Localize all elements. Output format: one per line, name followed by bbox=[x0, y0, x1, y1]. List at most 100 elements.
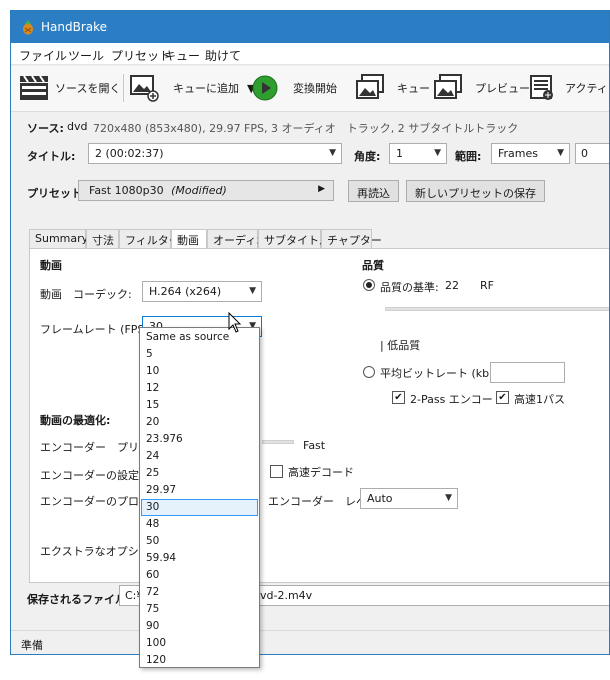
framerate-option[interactable]: 75 bbox=[141, 601, 258, 618]
encoder-preset-slider[interactable] bbox=[262, 440, 294, 444]
destination-path-end: vd-2.m4v bbox=[260, 589, 313, 602]
tab-filters[interactable]: フィルター bbox=[119, 229, 180, 248]
preset-label: プリセット bbox=[27, 187, 82, 200]
encoder-tune-label: エンコーダーの設定: bbox=[40, 469, 143, 482]
framerate-option[interactable]: 48 bbox=[141, 516, 258, 533]
menu-presets[interactable]: プリセット bbox=[111, 47, 171, 64]
save-new-preset-button[interactable]: 新しいプリセットの保存 bbox=[406, 180, 545, 202]
preset-selector[interactable]: Fast 1080p30 (Modified) ▶ bbox=[78, 180, 334, 201]
preview-label: プレビュー bbox=[475, 82, 530, 95]
framerate-option[interactable]: 5 bbox=[141, 346, 258, 363]
framerate-option[interactable]: 15 bbox=[141, 397, 258, 414]
clapperboard-icon bbox=[20, 75, 48, 100]
reload-preset-button[interactable]: 再読込 bbox=[348, 180, 399, 202]
framerate-option[interactable]: 24 bbox=[141, 448, 258, 465]
framerate-option[interactable]: 59.94 bbox=[141, 550, 258, 567]
toolbar-separator bbox=[123, 74, 124, 102]
angle-select[interactable]: 1 ▼ bbox=[389, 143, 447, 164]
framerate-option[interactable]: 60 bbox=[141, 567, 258, 584]
tab-chapters[interactable]: チャプター bbox=[321, 229, 382, 248]
chevron-down-icon: ▼ bbox=[249, 286, 256, 296]
video-codec-value: H.264 (x264) bbox=[149, 285, 222, 298]
range-type-select[interactable]: Frames ▼ bbox=[491, 143, 570, 164]
menu-help[interactable]: 助けて bbox=[205, 47, 241, 64]
play-icon bbox=[252, 75, 278, 101]
open-source-label: ソースを開く bbox=[55, 82, 121, 95]
framerate-option[interactable]: 120 bbox=[141, 652, 258, 669]
preset-name: Fast 1080p30 bbox=[89, 184, 164, 197]
fast-decode-label: 高速デコード bbox=[288, 466, 354, 479]
constant-quality-unit: RF bbox=[480, 279, 494, 292]
two-pass-checkbox[interactable]: ✔ bbox=[392, 391, 405, 404]
framerate-option[interactable]: 10 bbox=[141, 363, 258, 380]
framerate-option[interactable]: 29.97 bbox=[141, 482, 258, 499]
video-codec-label: 動画 コーデック: bbox=[40, 288, 132, 301]
video-codec-select[interactable]: H.264 (x264) ▼ bbox=[142, 281, 262, 302]
framerate-option[interactable]: 30 bbox=[141, 499, 258, 516]
framerate-option[interactable]: 90 bbox=[141, 618, 258, 635]
encoder-level-value: Auto bbox=[367, 492, 393, 505]
range-label: 範囲: bbox=[455, 150, 482, 163]
tab-subtitles[interactable]: サブタイトル bbox=[258, 229, 330, 248]
preview-stack-icon bbox=[434, 74, 462, 99]
turbo-first-pass-checkbox[interactable]: ✔ bbox=[496, 391, 509, 404]
fast-decode-checkbox[interactable] bbox=[270, 465, 283, 478]
framerate-option[interactable]: 72 bbox=[141, 584, 258, 601]
framerate-option[interactable]: 20 bbox=[141, 414, 258, 431]
angle-label: 角度: bbox=[354, 150, 381, 163]
status-text: 準備 bbox=[21, 639, 43, 652]
range-start-input[interactable]: 0 bbox=[575, 143, 609, 164]
encoder-level-select[interactable]: Auto ▼ bbox=[360, 488, 458, 509]
framerate-option[interactable]: 25 bbox=[141, 465, 258, 482]
menu-file[interactable]: ファイル bbox=[19, 47, 67, 64]
framerate-option[interactable]: 50 bbox=[141, 533, 258, 550]
menu-tools[interactable]: ツール bbox=[68, 47, 104, 64]
tab-video[interactable]: 動画 bbox=[171, 229, 207, 249]
start-encode-label: 変換開始 bbox=[293, 82, 337, 95]
add-to-queue-button[interactable]: キューに追加 ▼ bbox=[129, 71, 255, 105]
status-bar: 準備 bbox=[11, 630, 609, 654]
encoder-preset-value: Fast bbox=[303, 439, 326, 452]
pineapple-app-icon bbox=[23, 20, 33, 35]
activity-log-button[interactable]: アクティビ bbox=[529, 71, 609, 105]
preview-button[interactable]: プレビュー bbox=[433, 71, 530, 105]
destination-label: 保存されるファイル: bbox=[27, 593, 131, 606]
activity-log-label: アクティビ bbox=[565, 82, 609, 95]
queue-label: キュー bbox=[397, 82, 430, 95]
video-tab-panel: 動画 動画 コーデック: H.264 (x264) ▼ フレームレート (FPS… bbox=[29, 248, 609, 583]
add-to-queue-label: キューに追加 bbox=[173, 82, 239, 95]
chevron-down-icon: ▼ bbox=[445, 493, 452, 503]
preset-modified-flag: (Modified) bbox=[171, 184, 227, 197]
title-select[interactable]: 2 (00:02:37) ▼ bbox=[88, 143, 342, 164]
angle-select-value: 1 bbox=[396, 147, 403, 160]
menu-bar: ファイル ツール プリセット キュー 助けて bbox=[11, 43, 609, 65]
quality-slider[interactable] bbox=[385, 307, 609, 311]
window-title: HandBrake bbox=[41, 20, 108, 34]
framerate-option[interactable]: 100 bbox=[141, 635, 258, 652]
framerate-option[interactable]: 12 bbox=[141, 380, 258, 397]
average-bitrate-input[interactable] bbox=[490, 362, 565, 383]
toolbar: ソースを開く キューに追加 ▼ 変換開始 キュー プレビュー アクティ bbox=[11, 66, 609, 112]
framerate-option[interactable]: 23.976 bbox=[141, 431, 258, 448]
average-bitrate-radio[interactable] bbox=[363, 366, 375, 378]
title-bar: HandBrake bbox=[11, 11, 609, 43]
tab-dimensions[interactable]: 寸法 bbox=[86, 229, 119, 248]
queue-button[interactable]: キュー bbox=[355, 71, 430, 105]
framerate-dropdown-list: Same as source 5 10 12 15 20 23.976 24 25 29.97 30… bbox=[139, 327, 260, 668]
range-start-value: 0 bbox=[581, 147, 588, 160]
constant-quality-label: 品質の基準: bbox=[380, 281, 439, 294]
optimize-section-title: 動画の最適化: bbox=[40, 414, 111, 427]
start-encode-button[interactable]: 変換開始 bbox=[251, 71, 337, 105]
chevron-right-icon: ▶ bbox=[318, 184, 325, 194]
image-add-icon bbox=[130, 75, 159, 102]
low-quality-label: | 低品質 bbox=[380, 339, 421, 352]
menu-queue[interactable]: キュー bbox=[164, 47, 200, 64]
open-source-button[interactable]: ソースを開く bbox=[19, 71, 120, 105]
framerate-label: フレームレート (FPS): bbox=[40, 323, 153, 336]
tab-summary[interactable]: Summary bbox=[29, 229, 88, 248]
constant-quality-value: 22 bbox=[445, 279, 459, 292]
tab-audio[interactable]: オーディオ bbox=[207, 229, 267, 248]
constant-quality-radio[interactable] bbox=[363, 279, 375, 291]
source-label: ソース: bbox=[27, 122, 64, 135]
source-type: dvd bbox=[67, 120, 88, 133]
